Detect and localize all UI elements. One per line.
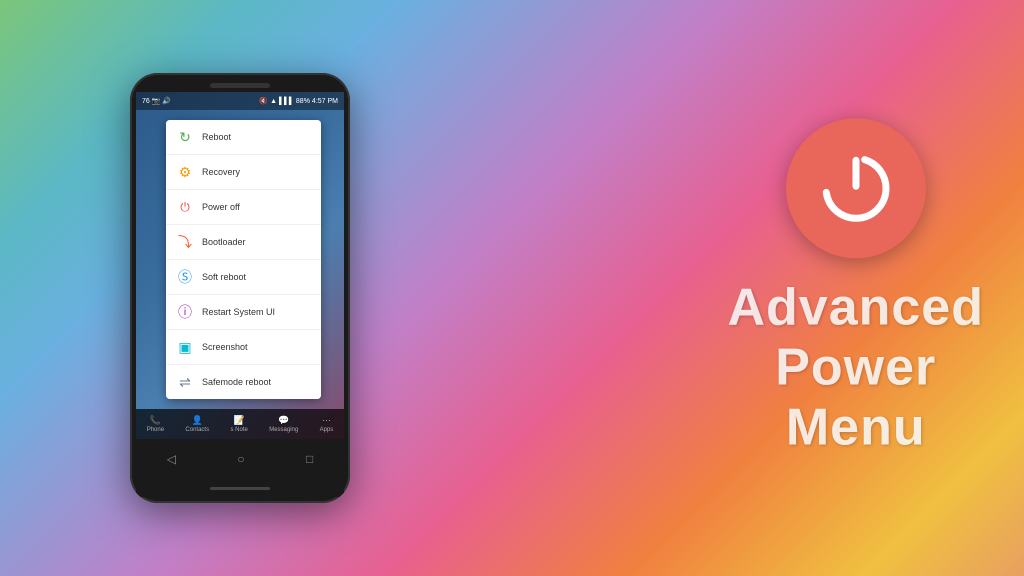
power-off-icon: ⏻ bbox=[176, 198, 194, 216]
battery-level: 88% bbox=[296, 98, 310, 105]
right-panel: Advanced Power Menu bbox=[727, 118, 984, 457]
safemode-label: Safemode reboot bbox=[202, 377, 271, 387]
phone-bottom-bar bbox=[136, 479, 344, 497]
power-circle-icon bbox=[786, 118, 926, 258]
power-svg-icon bbox=[816, 148, 896, 228]
status-wifi: ▲ bbox=[270, 98, 277, 105]
phone-speaker bbox=[210, 83, 270, 88]
reboot-icon: ↻ bbox=[176, 128, 194, 146]
restart-ui-label: Restart System UI bbox=[202, 307, 275, 317]
recents-button[interactable]: □ bbox=[306, 452, 313, 466]
contacts-tab-label: Contacts bbox=[185, 427, 209, 433]
recovery-label: Recovery bbox=[202, 167, 240, 177]
menu-item-power-off[interactable]: ⏻ Power off bbox=[166, 190, 321, 225]
menu-item-restart-ui[interactable]: ⓘ Restart System UI bbox=[166, 295, 321, 330]
bootloader-icon: ⤵ bbox=[176, 233, 194, 251]
menu-item-bootloader[interactable]: ⤵ Bootloader bbox=[166, 225, 321, 260]
phone-tab-label: Phone bbox=[147, 427, 164, 433]
messaging-tab-icon: 💬 bbox=[278, 415, 289, 426]
recovery-icon: ⚙ bbox=[176, 163, 194, 181]
taskbar-apps[interactable]: ⋯ Apps bbox=[320, 415, 334, 433]
power-off-label: Power off bbox=[202, 202, 240, 212]
reboot-label: Reboot bbox=[202, 132, 231, 142]
soft-reboot-icon: Ⓢ bbox=[176, 268, 194, 286]
home-button[interactable]: ○ bbox=[237, 452, 244, 466]
status-left: 76 📷 🔊 bbox=[142, 97, 171, 105]
status-signal: ▌▌▌ bbox=[279, 98, 294, 105]
safemode-icon: ⇌ bbox=[176, 373, 194, 391]
restart-ui-icon: ⓘ bbox=[176, 303, 194, 321]
messaging-tab-label: Messaging bbox=[269, 427, 298, 433]
power-menu: ↻ Reboot ⚙ Recovery ⏻ Power off ⤵ Bootlo… bbox=[136, 110, 344, 439]
note-tab-icon: 📝 bbox=[234, 415, 245, 426]
menu-panel: ↻ Reboot ⚙ Recovery ⏻ Power off ⤵ Bootlo… bbox=[166, 120, 321, 399]
apps-tab-icon: ⋯ bbox=[322, 415, 331, 426]
status-icons: 76 📷 🔊 bbox=[142, 97, 171, 105]
screenshot-label: Screenshot bbox=[202, 342, 248, 352]
app-title: Advanced Power Menu bbox=[727, 278, 984, 457]
phone-screen: 76 📷 🔊 🔇 ▲ ▌▌▌ 88% 4:57 PM ↻ Reboot bbox=[136, 92, 344, 439]
status-time: 4:57 PM bbox=[312, 98, 338, 105]
bootloader-label: Bootloader bbox=[202, 237, 246, 247]
status-right: 🔇 ▲ ▌▌▌ 88% 4:57 PM bbox=[259, 97, 338, 105]
phone-device: 76 📷 🔊 🔇 ▲ ▌▌▌ 88% 4:57 PM ↻ Reboot bbox=[130, 73, 350, 503]
note-tab-label: s Note bbox=[230, 427, 247, 433]
phone-mockup: 76 📷 🔊 🔇 ▲ ▌▌▌ 88% 4:57 PM ↻ Reboot bbox=[130, 73, 350, 503]
phone-tab-icon: 📞 bbox=[150, 415, 161, 426]
phone-nav-bar: ◁ ○ □ bbox=[136, 439, 344, 479]
taskbar-contacts[interactable]: 👤 Contacts bbox=[185, 415, 209, 433]
back-button[interactable]: ◁ bbox=[167, 452, 176, 466]
status-bar: 76 📷 🔊 🔇 ▲ ▌▌▌ 88% 4:57 PM bbox=[136, 92, 344, 110]
menu-item-safemode[interactable]: ⇌ Safemode reboot bbox=[166, 365, 321, 399]
menu-item-reboot[interactable]: ↻ Reboot bbox=[166, 120, 321, 155]
taskbar-messaging[interactable]: 💬 Messaging bbox=[269, 415, 298, 433]
apps-tab-label: Apps bbox=[320, 427, 334, 433]
taskbar-note[interactable]: 📝 s Note bbox=[230, 415, 247, 433]
taskbar-phone[interactable]: 📞 Phone bbox=[147, 415, 164, 433]
home-indicator bbox=[210, 487, 270, 490]
contacts-tab-icon: 👤 bbox=[192, 415, 203, 426]
soft-reboot-label: Soft reboot bbox=[202, 272, 246, 282]
screen-taskbar: 📞 Phone 👤 Contacts 📝 s Note 💬 Messaging … bbox=[136, 409, 344, 439]
menu-item-soft-reboot[interactable]: Ⓢ Soft reboot bbox=[166, 260, 321, 295]
screenshot-icon: ▣ bbox=[176, 338, 194, 356]
menu-item-screenshot[interactable]: ▣ Screenshot bbox=[166, 330, 321, 365]
menu-item-recovery[interactable]: ⚙ Recovery bbox=[166, 155, 321, 190]
status-mute: 🔇 bbox=[259, 97, 268, 105]
